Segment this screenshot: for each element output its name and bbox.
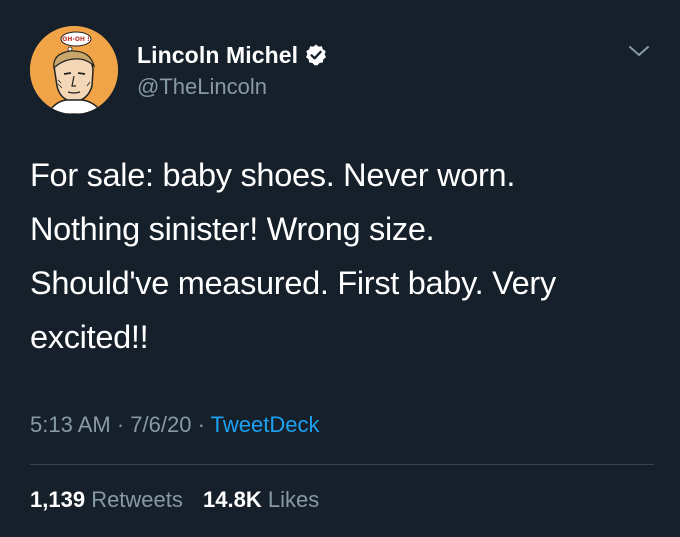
likes-count: 14.8K [203,487,262,512]
author-handle[interactable]: @TheLincoln [137,74,267,100]
retweets-label: Retweets [91,487,183,512]
tweet-stats: 1,139 Retweets 14.8K Likes [30,487,333,513]
meta-separator: · [197,412,205,437]
tweet-source-link[interactable]: TweetDeck [211,412,320,437]
tweet-card: OH-OH ! Lincoln Michel @TheLincoln For s… [0,0,680,537]
meta-separator: · [116,412,125,437]
likes-label: Likes [267,487,320,512]
likes-stat[interactable]: 14.8K Likes [203,487,319,512]
retweets-count: 1,139 [30,487,86,512]
chevron-down-icon[interactable] [626,40,652,62]
tweet-text: For sale: baby shoes. Never worn. Nothin… [30,157,556,355]
retweets-stat[interactable]: 1,139 Retweets [30,487,183,512]
author-name-row[interactable]: Lincoln Michel [137,40,328,70]
comic-man-portrait-icon: OH-OH ! [30,26,118,114]
divider [30,464,654,465]
tweet-metadata: 5:13 AM · 7/6/20 · TweetDeck [30,412,319,438]
avatar-caption: OH-OH ! [62,36,90,43]
author-display-name[interactable]: Lincoln Michel [137,42,298,69]
tweet-date[interactable]: 7/6/20 [130,412,191,437]
tweet-time[interactable]: 5:13 AM [30,412,111,437]
avatar[interactable]: OH-OH ! [30,26,118,114]
verified-badge-icon [304,43,328,67]
